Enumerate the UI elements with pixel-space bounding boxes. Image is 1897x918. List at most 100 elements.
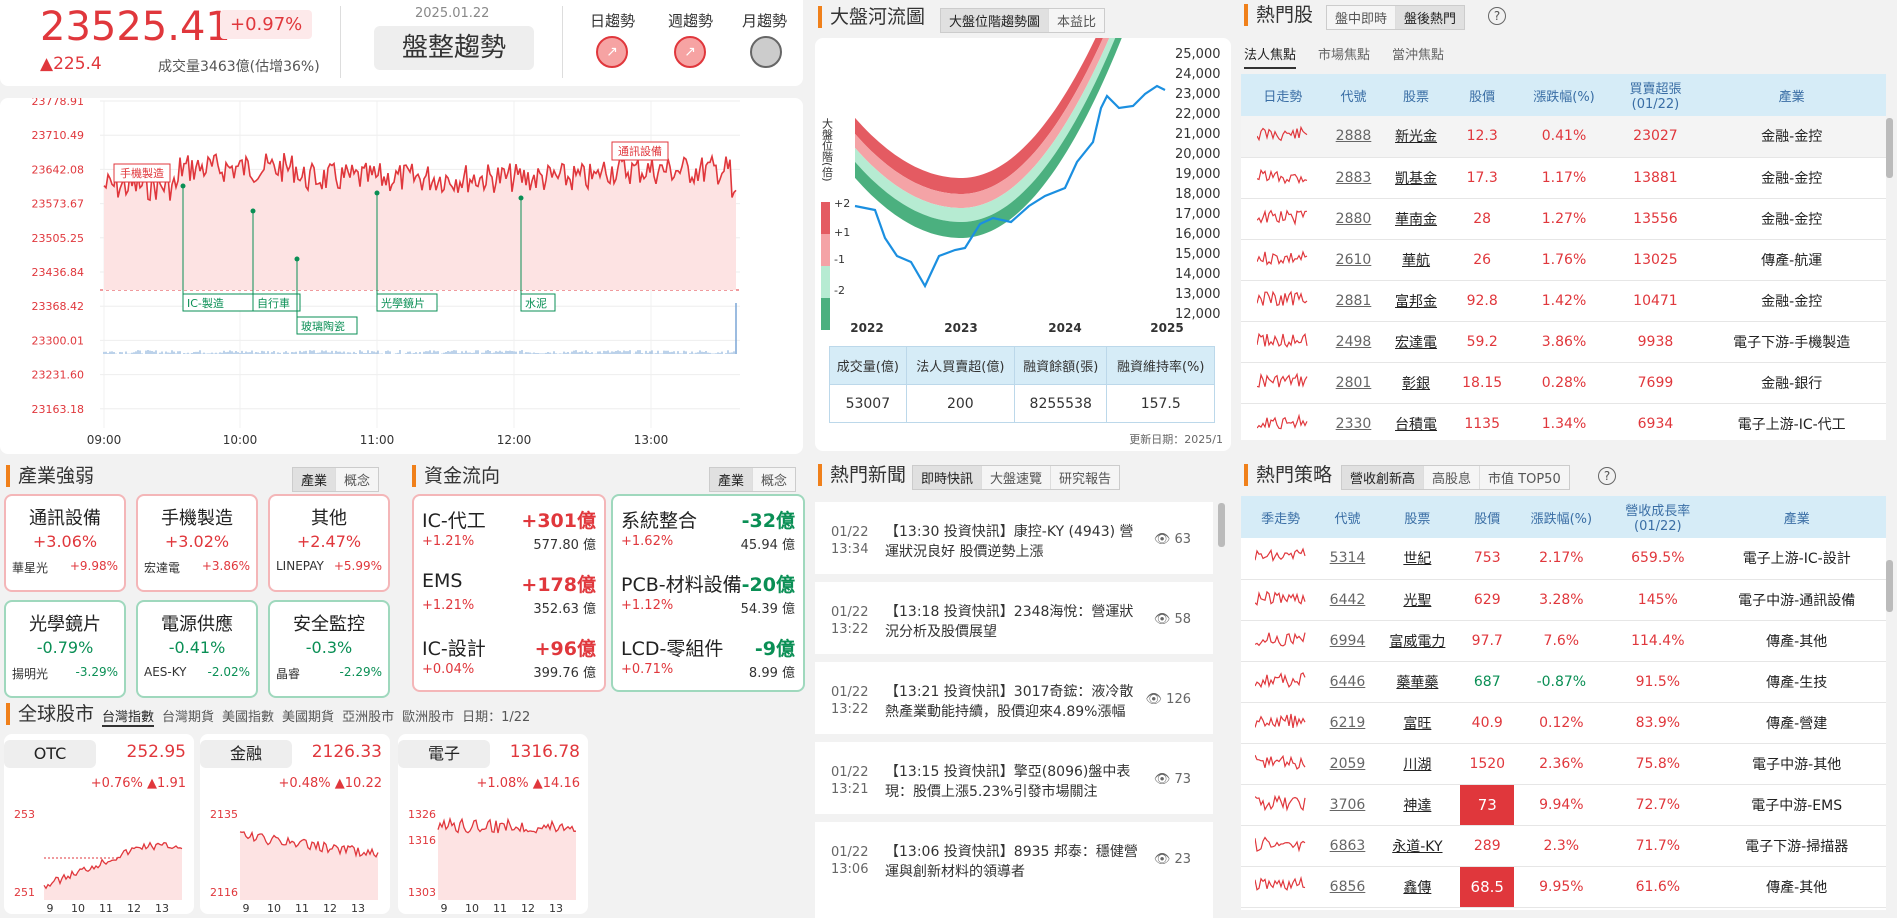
stock-name[interactable]: 富旺 [1374, 702, 1461, 744]
tab-market-overview[interactable]: 大盤速覽 [982, 466, 1052, 489]
table-row[interactable]: 6863 永道-KY 289 2.3% 71.7% 電子下游-掃描器 [1241, 825, 1886, 867]
stock-code[interactable]: 2880 [1324, 198, 1383, 240]
table-row[interactable]: 6442 光聖 629 3.28% 145% 電子中游-通訊設備 [1241, 579, 1886, 621]
market-card[interactable]: OTC 252.95 +0.76% ▲1.91 253 251 9 10 11 12 13 [4, 734, 194, 915]
stock-name[interactable]: 永道-KY [1374, 825, 1461, 867]
fund-row[interactable]: LCD-零組件 -9億 +0.71% 8.99 億 [621, 632, 795, 696]
stock-code[interactable]: 2888 [1324, 116, 1383, 158]
week-trend-icon[interactable]: ↗ [674, 36, 706, 68]
subtab-market[interactable]: 市場焦點 [1318, 44, 1370, 69]
fund-row[interactable]: EMS +178億 +1.21% 352.63 億 [422, 568, 596, 632]
stock-code[interactable]: 2881 [1324, 280, 1383, 322]
stock-code[interactable]: 5314 [1320, 538, 1375, 580]
stock-name[interactable]: 宏達電 [1382, 321, 1450, 363]
hot-scrollbar[interactable] [1886, 118, 1893, 178]
table-row[interactable]: 2610 華航 26 1.76% 13025 傳產-航運 [1241, 239, 1886, 281]
leader-stock[interactable]: 宏達電 [144, 559, 180, 576]
table-row[interactable]: 6446 藥華藥 687 -0.87% 91.5% 傳產-生技 [1241, 661, 1886, 703]
column-header[interactable]: 營收成長率 (01/22) [1608, 496, 1708, 538]
stock-code[interactable]: 6446 [1320, 661, 1375, 703]
stock-name[interactable]: 世紀 [1374, 538, 1461, 580]
stock-name[interactable]: 彰銀 [1382, 362, 1450, 404]
tab-tw-futures[interactable]: 台灣期貨 [162, 706, 214, 727]
industry-box[interactable]: 通訊設備 +3.06% 華星光 +9.98% [4, 494, 126, 592]
stock-name[interactable]: 華航 [1382, 239, 1450, 281]
news-item[interactable]: 01/22 13:22 【13:18 投資快訊】2348海悅：營運狀況分析及股價展望… [815, 582, 1213, 654]
stock-code[interactable]: 2801 [1324, 362, 1383, 404]
stock-name[interactable]: 台積電 [1382, 403, 1450, 440]
table-row[interactable]: 2881 富邦金 92.8 1.42% 10471 金融-金控 [1241, 280, 1886, 322]
news-headline[interactable]: 【13:06 投資快訊】8935 邦泰：穩健營運與創新材料的領導者 [885, 842, 1147, 882]
stock-code[interactable]: 6219 [1320, 702, 1375, 744]
strategy-scrollbar[interactable] [1886, 560, 1893, 612]
stock-code[interactable]: 2883 [1324, 157, 1383, 199]
tab-top50[interactable]: 市值 TOP50 [1480, 466, 1569, 489]
tab-us-index[interactable]: 美國指數 [222, 706, 274, 727]
industry-box[interactable]: 其他 +2.47% LINEPAY +5.99% [268, 494, 390, 592]
stock-name[interactable]: 鑫傳 [1374, 866, 1461, 908]
stock-name[interactable]: 富威電力 [1374, 620, 1461, 662]
industry-box[interactable]: 光學鏡片 -0.79% 揚明光 -3.29% [4, 600, 126, 698]
day-trend-icon[interactable]: ↗ [596, 36, 628, 68]
tab-position-chart[interactable]: 大盤位階趨勢圖 [941, 9, 1050, 32]
fund-row[interactable]: PCB-材料設備 -20億 +1.12% 54.39 億 [621, 568, 795, 632]
tab-asia[interactable]: 亞洲股市 [342, 706, 394, 727]
leader-stock[interactable]: 晶睿 [276, 665, 300, 682]
tab-concept[interactable]: 概念 [336, 468, 378, 491]
stock-name[interactable]: 藥華藥 [1374, 661, 1461, 703]
fund-row[interactable]: IC-設計 +96億 +0.04% 399.76 億 [422, 632, 596, 696]
table-row[interactable]: 5314 世紀 753 2.17% 659.5% 電子上游-IC-設計 [1241, 538, 1886, 580]
subtab-daytrade[interactable]: 當沖焦點 [1392, 44, 1444, 69]
stock-code[interactable]: 2059 [1320, 743, 1375, 785]
industry-box[interactable]: 電源供應 -0.41% AES-KY -2.02% [136, 600, 258, 698]
news-headline[interactable]: 【13:21 投資快訊】3017奇鋐：液冷散熱產業動能持續，股價迎來4.89%漲… [885, 682, 1147, 722]
table-row[interactable]: 2059 川湖 1520 2.36% 75.8% 電子中游-其他 [1241, 743, 1886, 785]
industry-tag[interactable]: 手機製造 [113, 163, 171, 183]
tab-revenue-high[interactable]: 營收創新高 [1342, 466, 1425, 489]
stock-code[interactable]: 6994 [1320, 620, 1375, 662]
month-trend-icon[interactable] [750, 36, 782, 68]
tab-industry[interactable]: 產業 [293, 468, 337, 491]
news-headline[interactable]: 【13:30 投資快訊】康控-KY (4943) 營運狀況良好 股價逆勢上漲 [885, 522, 1147, 562]
stock-code[interactable]: 6442 [1320, 579, 1375, 621]
news-headline[interactable]: 【13:18 投資快訊】2348海悅：營運狀況分析及股價展望 [885, 602, 1147, 642]
stock-code[interactable]: 6863 [1320, 825, 1375, 867]
table-row[interactable]: 6856 鑫傳 68.5 9.95% 61.6% 傳產-其他 [1241, 866, 1886, 908]
stock-name[interactable]: 川湖 [1374, 743, 1461, 785]
table-row[interactable]: 2883 凱基金 17.3 1.17% 13881 金融-金控 [1241, 157, 1886, 199]
table-row[interactable]: 3706 神達 73 9.94% 72.7% 電子中游-EMS [1241, 784, 1886, 826]
table-row[interactable]: 2880 華南金 28 1.27% 13556 金融-金控 [1241, 198, 1886, 240]
tab-pe[interactable]: 本益比 [1049, 9, 1104, 32]
leader-stock[interactable]: 揚明光 [12, 665, 48, 682]
stock-code[interactable]: 6856 [1320, 866, 1375, 908]
news-item[interactable]: 01/22 13:21 【13:15 投資快訊】擎亞(8096)盤中表現：股價上漲5… [815, 742, 1213, 814]
industry-tag[interactable]: 通訊設備 [611, 141, 669, 161]
stock-name[interactable]: 華南金 [1382, 198, 1450, 240]
tab-research[interactable]: 研究報告 [1051, 466, 1119, 489]
leader-stock[interactable]: LINEPAY [276, 559, 324, 573]
tab-europe[interactable]: 歐洲股市 [402, 706, 454, 727]
tab-fund-industry[interactable]: 產業 [710, 468, 754, 491]
stock-name[interactable]: 凱基金 [1382, 157, 1450, 199]
news-scrollbar[interactable] [1218, 503, 1225, 547]
tab-high-dividend[interactable]: 高股息 [1424, 466, 1481, 489]
table-row[interactable]: 2888 新光金 12.3 0.41% 23027 金融-金控 [1241, 116, 1886, 158]
table-row[interactable]: 2498 宏達電 59.2 3.86% 9938 電子下游-手機製造 [1241, 321, 1886, 363]
stock-code[interactable]: 2330 [1324, 403, 1383, 440]
river-chart[interactable]: 25,000 24,000 23,000 22,000 21,000 20,000 19,0… [815, 38, 1231, 338]
stock-name[interactable]: 光聖 [1374, 579, 1461, 621]
help-icon[interactable]: ? [1598, 467, 1616, 485]
industry-box[interactable]: 安全監控 -0.3% 晶睿 -2.29% [268, 600, 390, 698]
market-card[interactable]: 金融 2126.33 +0.48% ▲10.22 2135 2116 9 10 11 12 13 [200, 734, 390, 915]
stock-name[interactable]: 富邦金 [1382, 280, 1450, 322]
tab-fund-concept[interactable]: 概念 [753, 468, 795, 491]
fund-row[interactable]: 系統整合 -32億 +1.62% 45.94 億 [621, 504, 795, 568]
tab-us-futures[interactable]: 美國期貨 [282, 706, 334, 727]
tab-after-hours[interactable]: 盤後熱門 [1396, 6, 1465, 29]
news-item[interactable]: 01/22 13:34 【13:30 投資快訊】康控-KY (4943) 營運狀況良… [815, 502, 1213, 574]
table-row[interactable]: 2801 彰銀 18.15 0.28% 7699 金融-銀行 [1241, 362, 1886, 404]
column-header[interactable]: 買賣超張 (01/22) [1613, 74, 1698, 116]
intraday-chart[interactable]: 23778.91 23710.49 23642.08 23573.67 23505.25… [0, 98, 803, 454]
stock-code[interactable]: 3706 [1320, 784, 1375, 826]
table-row[interactable]: 6994 富威電力 97.7 7.6% 114.4% 傳產-其他 [1241, 620, 1886, 662]
